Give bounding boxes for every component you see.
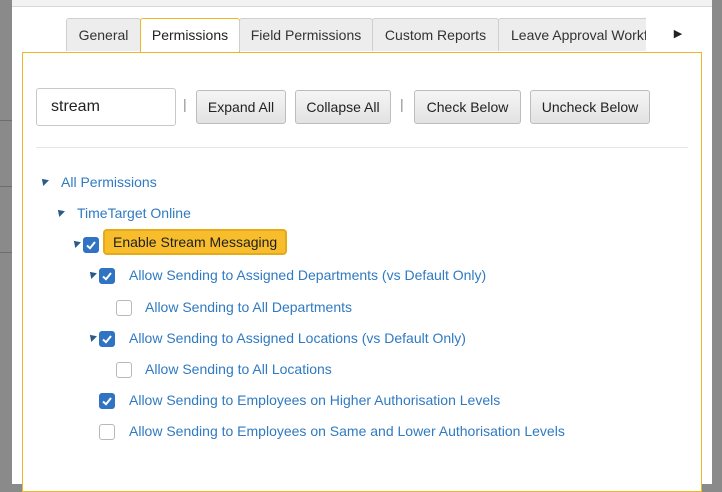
tab-leave-approval-workflow[interactable]: Leave Approval Workflo bbox=[498, 18, 646, 51]
dialog-top-strip bbox=[12, 0, 712, 7]
collapse-caret-icon[interactable] bbox=[39, 176, 49, 186]
toolbar-separator: | bbox=[400, 96, 404, 112]
toolbar-separator: | bbox=[183, 96, 187, 112]
tree-item-label[interactable]: Allow Sending to Assigned Locations (vs … bbox=[129, 330, 466, 346]
tree-item-label[interactable]: Allow Sending to Employees on Same and L… bbox=[129, 423, 565, 439]
permission-search-input[interactable] bbox=[36, 88, 176, 126]
unchecked-checkbox-icon[interactable] bbox=[116, 362, 132, 378]
uncheck-below-button[interactable]: Uncheck Below bbox=[530, 90, 650, 124]
toolbar-divider bbox=[36, 147, 688, 148]
tree-item-label[interactable]: Allow Sending to All Locations bbox=[145, 361, 332, 377]
tree-item-all-departments: Allow Sending to All Departments bbox=[116, 297, 516, 319]
tree-app-node: TimeTarget Online bbox=[55, 203, 456, 225]
tree-item-all-locations: Allow Sending to All Locations bbox=[116, 359, 516, 381]
collapse-caret-icon[interactable] bbox=[55, 207, 65, 217]
tab-field-permissions[interactable]: Field Permissions bbox=[239, 18, 373, 51]
backdrop-divider bbox=[0, 252, 12, 253]
tab-bar: General Permissions Field Permissions Cu… bbox=[66, 18, 646, 52]
tab-permissions[interactable]: Permissions bbox=[140, 18, 240, 52]
tree-item-same-lower-authorisation: Allow Sending to Employees on Same and L… bbox=[99, 421, 599, 443]
tab-general[interactable]: General bbox=[66, 18, 141, 51]
collapse-caret-icon[interactable] bbox=[87, 332, 97, 342]
checked-checkbox-icon[interactable] bbox=[99, 331, 115, 347]
unchecked-checkbox-icon[interactable] bbox=[99, 424, 115, 440]
tree-item-higher-authorisation: Allow Sending to Employees on Higher Aut… bbox=[99, 390, 549, 412]
checked-checkbox-icon[interactable] bbox=[83, 237, 99, 253]
tree-item-label[interactable]: Enable Stream Messaging bbox=[105, 231, 286, 253]
tab-custom-reports[interactable]: Custom Reports bbox=[372, 18, 499, 51]
collapse-caret-icon[interactable] bbox=[87, 269, 97, 279]
tree-item-assigned-departments: Allow Sending to Assigned Departments (v… bbox=[87, 265, 538, 287]
collapse-all-button[interactable]: Collapse All bbox=[295, 90, 391, 124]
tree-item-label[interactable]: Allow Sending to Assigned Departments (v… bbox=[129, 267, 486, 283]
tree-item-label[interactable]: Allow Sending to All Departments bbox=[145, 299, 352, 315]
tree-app-label[interactable]: TimeTarget Online bbox=[77, 205, 191, 221]
tab-scroll-right-icon[interactable]: ▶ bbox=[670, 24, 686, 44]
permissions-dialog: General Permissions Field Permissions Cu… bbox=[12, 0, 712, 492]
checked-checkbox-icon[interactable] bbox=[99, 393, 115, 409]
backdrop-divider bbox=[0, 186, 12, 187]
checked-checkbox-icon[interactable] bbox=[99, 268, 115, 284]
check-below-button[interactable]: Check Below bbox=[414, 90, 521, 124]
collapse-caret-icon[interactable] bbox=[71, 238, 81, 248]
tree-item-assigned-locations: Allow Sending to Assigned Locations (vs … bbox=[87, 328, 538, 350]
expand-all-button[interactable]: Expand All bbox=[196, 90, 286, 124]
tree-item-enable-stream-messaging: Enable Stream Messaging bbox=[71, 231, 472, 256]
unchecked-checkbox-icon[interactable] bbox=[116, 300, 132, 316]
tree-root-node: All Permissions bbox=[39, 172, 440, 194]
tree-item-label[interactable]: Allow Sending to Employees on Higher Aut… bbox=[129, 392, 500, 408]
backdrop-divider bbox=[0, 120, 12, 121]
tree-root-label[interactable]: All Permissions bbox=[61, 174, 157, 190]
